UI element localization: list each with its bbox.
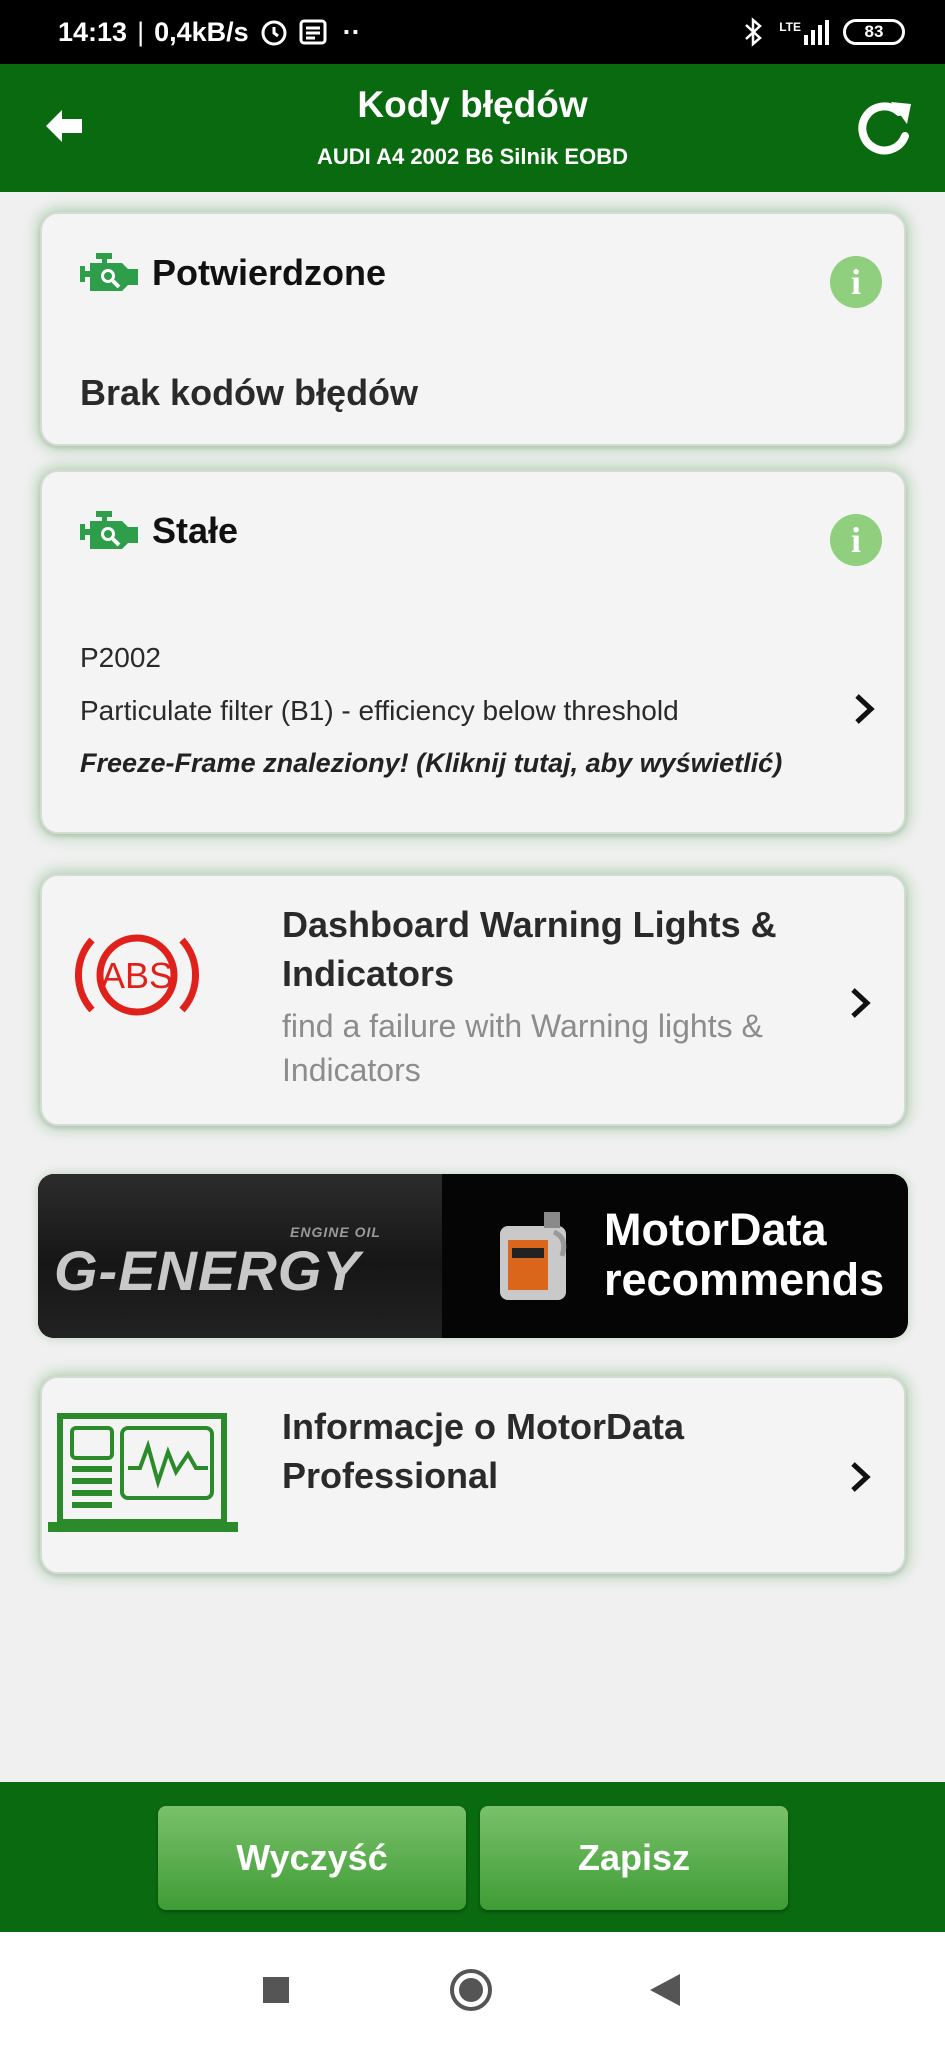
oil-canister-icon (500, 1212, 567, 1300)
battery-icon: 83 (843, 19, 905, 45)
save-button[interactable]: Zapisz (480, 1806, 788, 1910)
battery-level: 83 (864, 22, 884, 41)
g-energy-ad-banner[interactable]: ENGINE OIL G-ENERGY MotorData recommends (38, 1174, 908, 1338)
freeze-frame-link[interactable]: Freeze-Frame znaleziony! (Kliknij tutaj,… (80, 748, 782, 779)
status-time: 14:13 (58, 16, 128, 47)
bluetooth-icon (745, 17, 763, 47)
info-icon-label: i (850, 520, 861, 560)
chevron-right-icon (851, 988, 871, 1018)
dtc-description: Particulate filter (B1) - efficiency bel… (80, 695, 679, 726)
page-title: Kody błędów (357, 84, 588, 125)
status-separator: | (137, 16, 145, 47)
banner-line2: recommends (604, 1254, 885, 1305)
status-dots: ·· (342, 16, 361, 47)
chevron-right-icon (855, 694, 875, 724)
bottom-action-bar: Wyczyść Zapisz (0, 1782, 945, 1932)
dtc-code: P2002 (80, 642, 161, 673)
chevron-right-icon (851, 1462, 871, 1492)
info-icon[interactable]: i (830, 256, 882, 308)
app-header: Kody błędów AUDI A4 2002 B6 Silnik EOBD (0, 64, 945, 192)
banner-line1: MotorData (604, 1204, 827, 1255)
status-bar: 14:13 | 0,4kB/s ·· LTE 83 (0, 0, 945, 64)
refresh-icon[interactable] (851, 96, 915, 160)
clear-button[interactable]: Wyczyść (158, 1806, 466, 1910)
engine-check-icon (80, 253, 138, 291)
network-label: LTE (779, 19, 801, 34)
home-icon[interactable] (449, 1968, 493, 2012)
notification-icon (299, 19, 327, 45)
dashboard-title: Dashboard Warning Lights & Indicators (282, 904, 777, 994)
confirmed-title: Potwierdzone (152, 252, 387, 293)
signal-icon: LTE (779, 19, 829, 45)
dashboard-warning-lights-card[interactable]: ABS Dashboard Warning Lights & Indicator… (40, 874, 906, 1126)
abs-icon-text: ABS (101, 955, 173, 996)
system-navigation-bar (0, 1932, 945, 2048)
status-speed: 0,4kB/s (154, 16, 249, 47)
permanent-codes-card: Stałe i P2002 Particulate filter (B1) - … (40, 470, 906, 834)
info-icon-label: i (850, 262, 861, 302)
dashboard-subtitle: find a failure with Warning lights & Ind… (282, 1008, 763, 1088)
banner-logo-area: ENGINE OIL G-ENERGY (38, 1174, 442, 1338)
info-icon[interactable]: i (830, 514, 882, 566)
abs-warning-icon: ABS (75, 934, 199, 1016)
engine-check-icon (80, 511, 138, 549)
professional-title: Informacje o MotorData Professional (282, 1406, 685, 1496)
recents-icon[interactable] (261, 1975, 291, 2005)
banner-brand-logo: G-ENERGY (54, 1239, 361, 1302)
back-nav-icon[interactable] (648, 1972, 682, 2008)
vehicle-subtitle: AUDI A4 2002 B6 Silnik EOBD (317, 144, 628, 169)
no-codes-message: Brak kodów błędów (80, 372, 419, 413)
diagnostic-laptop-icon (48, 1413, 238, 1532)
permanent-title: Stałe (152, 510, 239, 551)
dtc-entry[interactable]: P2002 Particulate filter (B1) - efficien… (42, 642, 908, 812)
motordata-professional-card[interactable]: Informacje o MotorData Professional (40, 1376, 906, 1574)
alarm-icon (261, 20, 287, 46)
confirmed-codes-card: Potwierdzone i Brak kodów błędów (40, 212, 906, 446)
